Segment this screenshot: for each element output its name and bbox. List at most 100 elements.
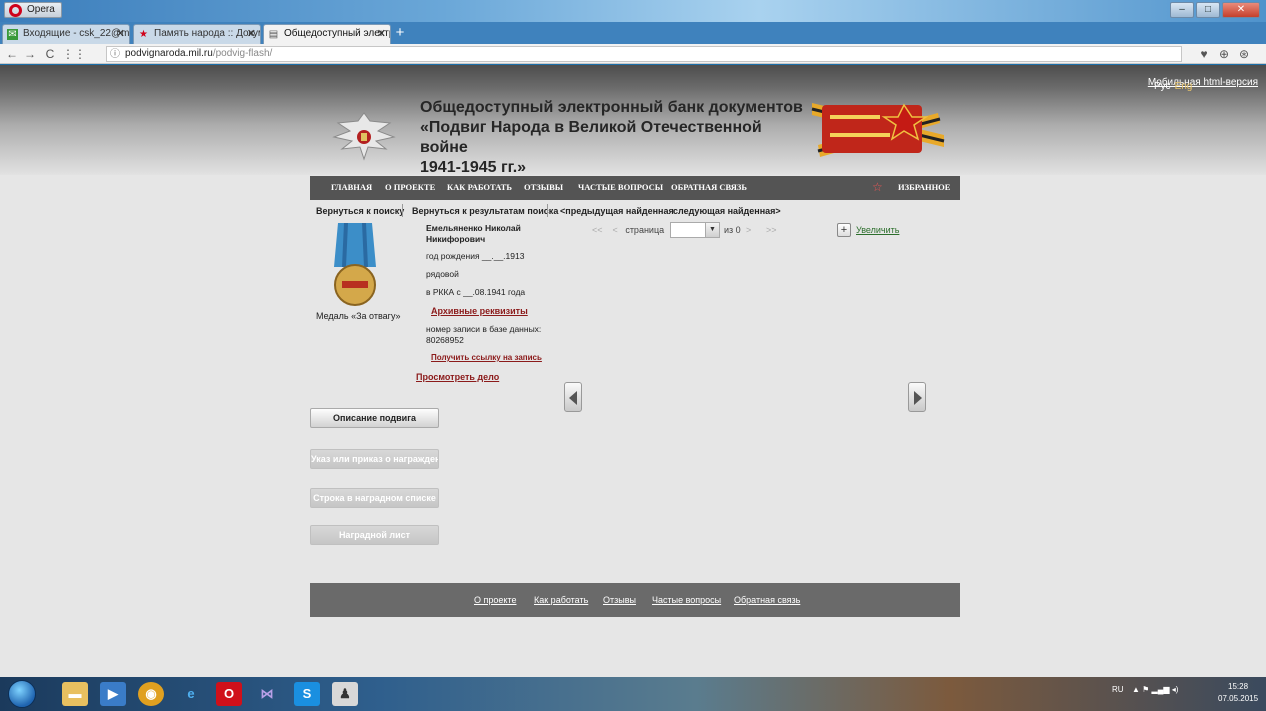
main-menu: ГЛАВНАЯ О ПРОЕКТЕ КАК РАБОТАТЬ ОТЗЫВЫ ЧА… [310, 176, 960, 200]
tab-label: Общедоступный электрон [284, 28, 390, 39]
tab-mail[interactable]: ✉ Входящие - csk_22@mail ✕ [2, 24, 130, 44]
url-field[interactable]: ⓘ podvignaroda.mil.ru/podvig-flash/ [106, 46, 1182, 62]
menu-about[interactable]: О ПРОЕКТЕ [385, 182, 435, 192]
tab-close-icon[interactable]: ✕ [247, 25, 256, 43]
prev-found-link[interactable]: <предыдущая найденная [560, 206, 674, 216]
tab-close-icon[interactable]: ✕ [377, 25, 386, 43]
visual-studio-icon[interactable]: ⋈ [254, 682, 280, 706]
lang-ru-link[interactable]: Рус [1154, 81, 1171, 92]
clock[interactable]: 15:28 07.05.2015 [1218, 681, 1258, 705]
opera-taskbar-icon[interactable]: O [216, 682, 242, 706]
birth-year: год рождения __.__.1913 [426, 251, 525, 261]
footer-faq-link[interactable]: Частые вопросы [652, 595, 721, 605]
forward-icon[interactable]: → [22, 46, 38, 62]
footer-about-link[interactable]: О проекте [474, 595, 516, 605]
back-to-results-link[interactable]: Вернуться к результатам поиска [412, 206, 558, 216]
new-tab-button[interactable]: + [392, 25, 408, 41]
internet-explorer-icon[interactable]: e [178, 682, 204, 706]
pager-prev-button[interactable]: < [613, 225, 618, 235]
footer-feedback-link[interactable]: Обратная связь [734, 595, 800, 605]
tab-pamyat-naroda[interactable]: ★ Память народа :: Докуме ✕ [133, 24, 261, 44]
arrow-left-icon [569, 391, 577, 405]
site-title-line2: «Подвиг Народа в Великой Отечественной в… [420, 119, 762, 156]
tray-language[interactable]: RU [1112, 685, 1124, 694]
award-decree-button[interactable]: Указ или приказ о награждении [310, 449, 439, 469]
back-to-search-link[interactable]: Вернуться к поиску [316, 206, 404, 216]
pager-first-button[interactable]: << [592, 225, 603, 235]
menu-faq[interactable]: ЧАСТЫЕ ВОПРОСЫ [578, 182, 663, 192]
back-icon[interactable]: ← [4, 46, 20, 62]
footer-how-to-link[interactable]: Как работать [534, 595, 588, 605]
military-rank: рядовой [426, 269, 459, 279]
speed-dial-icon[interactable]: ⋮⋮ [62, 46, 86, 62]
get-record-link[interactable]: Получить ссылку на запись [431, 353, 542, 362]
skype-icon[interactable]: S [294, 682, 320, 706]
next-document-button[interactable] [908, 382, 926, 412]
mail-icon: ✉ [7, 29, 18, 40]
pager-next-button[interactable]: > [746, 225, 751, 235]
opera-menu-label: Opera [27, 4, 55, 15]
favorites-star-icon: ☆ [872, 180, 883, 194]
chrome-icon[interactable]: ◉ [138, 682, 164, 706]
opera-logo-icon [9, 4, 22, 17]
pager-last-button[interactable]: >> [766, 225, 777, 235]
podvig-naroda-logo-icon [811, 103, 945, 157]
site-title: Общедоступный электронный банк документо… [420, 98, 810, 178]
podvig-app-icon[interactable]: ♟ [332, 682, 358, 706]
view-case-link[interactable]: Просмотреть дело [416, 372, 499, 382]
tab-close-icon[interactable]: ✕ [116, 25, 125, 43]
pager-label: страница [625, 225, 665, 235]
site-title-line3: 1941-1945 гг.» [420, 159, 527, 176]
maximize-button[interactable]: □ [1196, 2, 1220, 18]
tab-bar: ✉ Входящие - csk_22@mail ✕ ★ Память наро… [0, 22, 1266, 44]
clock-date: 07.05.2015 [1218, 694, 1259, 703]
hero-name-line2: Никифорович [426, 234, 486, 244]
minimize-button[interactable]: – [1170, 2, 1194, 18]
site-info-icon[interactable]: ⓘ [110, 48, 120, 62]
download-icon[interactable]: ⊕ [1216, 46, 1232, 62]
feat-description-button[interactable]: Описание подвига [310, 408, 439, 428]
start-button[interactable] [8, 680, 36, 708]
arrow-right-icon [914, 391, 922, 405]
tab-label: Входящие - csk_22@mail [23, 28, 130, 39]
menu-home[interactable]: ГЛАВНАЯ [331, 182, 372, 192]
clock-time: 15:28 [1228, 682, 1249, 691]
next-found-link[interactable]: следующая найденная> [673, 206, 781, 216]
bookmark-heart-icon[interactable]: ♥ [1196, 46, 1212, 62]
hero-name-line1: Емельяненко Николай [426, 223, 521, 233]
menu-how-to[interactable]: КАК РАБОТАТЬ [447, 182, 512, 192]
prev-document-button[interactable] [564, 382, 582, 412]
windows-taskbar: ▬ ▶ ◉ e O ⋈ S ♟ RU ▲ ⚑ ▂▄▆ ◂) 15:28 07.0… [0, 677, 1266, 711]
page-select[interactable]: ▼ [670, 222, 720, 238]
opera-menu-button[interactable]: Opera [4, 2, 62, 18]
ministry-eagle-emblem-icon [332, 112, 396, 161]
record-number-value: 80268952 [426, 335, 464, 345]
reload-icon[interactable]: C [42, 46, 58, 62]
zoom-plus-icon[interactable]: + [837, 223, 851, 237]
address-bar: ← → C ⋮⋮ ⓘ podvignaroda.mil.ru/podvig-fl… [0, 44, 1266, 64]
footer-reviews-link[interactable]: Отзывы [603, 595, 636, 605]
site-title-line1: Общедоступный электронный банк документо… [420, 99, 803, 116]
page-count: из 0 [724, 225, 741, 235]
url-domain: podvignaroda.mil.ru [125, 48, 213, 59]
opera-turbo-icon[interactable]: ⊛ [1236, 46, 1252, 62]
document-icon: ▤ [268, 29, 279, 40]
record-number-label: номер записи в базе данных: [426, 324, 542, 334]
archive-details-link[interactable]: Архивные реквизиты [431, 306, 528, 316]
media-player-icon[interactable]: ▶ [100, 682, 126, 706]
menu-feedback[interactable]: ОБРАТНАЯ СВЯЗЬ [671, 182, 747, 192]
award-sheet-button[interactable]: Наградной лист [310, 525, 439, 545]
lang-en-link[interactable]: Eng [1175, 81, 1193, 92]
award-list-row-button[interactable]: Строка в наградном списке [310, 488, 439, 508]
tab-podvig-naroda[interactable]: ▤ Общедоступный электрон ✕ [263, 24, 391, 44]
explorer-folder-icon[interactable]: ▬ [62, 682, 88, 706]
page-footer: О проекте Как работать Отзывы Частые воп… [310, 583, 960, 617]
chevron-down-icon[interactable]: ▼ [705, 223, 719, 237]
close-window-button[interactable]: ✕ [1222, 2, 1260, 18]
menu-reviews[interactable]: ОТЗЫВЫ [524, 182, 563, 192]
record-number: номер записи в базе данных: 80268952 [426, 324, 541, 346]
zoom-link[interactable]: Увеличить [856, 225, 899, 235]
medal-caption: Медаль «За отвагу» [316, 311, 401, 321]
menu-favorites[interactable]: ИЗБРАННОЕ [898, 182, 950, 192]
url-path: /podvig-flash/ [212, 48, 273, 59]
